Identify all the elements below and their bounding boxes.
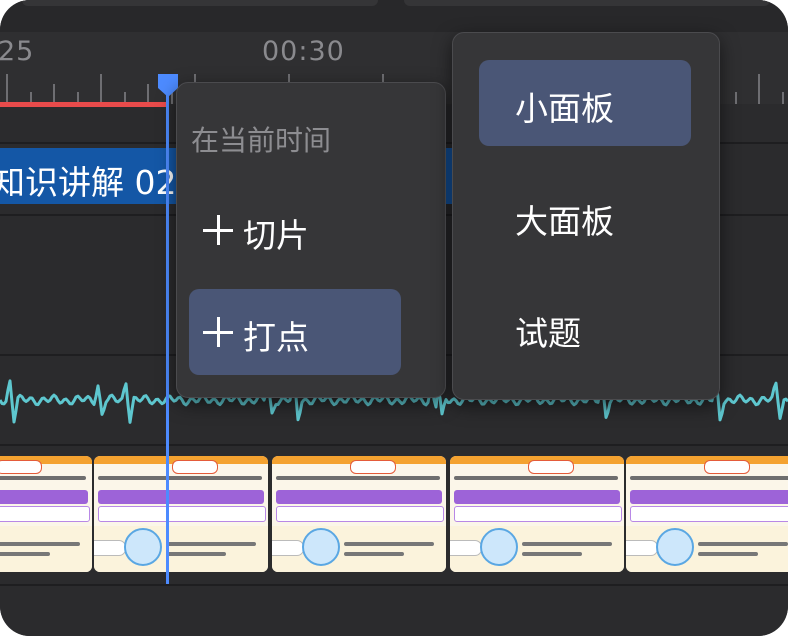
toolbar-segment-right bbox=[404, 0, 770, 6]
played-progress-bar bbox=[0, 102, 168, 107]
track-divider bbox=[0, 444, 788, 446]
add-menu-heading: 在当前时间 bbox=[191, 124, 332, 157]
chapter-clip-label: 知识讲解 02 bbox=[0, 163, 177, 202]
video-thumbnail bbox=[0, 456, 92, 572]
toolbar-segment-left bbox=[22, 0, 378, 6]
add-marker-label: 打点 bbox=[243, 318, 309, 357]
top-toolbar-strip bbox=[0, 0, 788, 32]
add-marker-menu-item[interactable]: 打点 bbox=[189, 289, 401, 375]
ruler-tick bbox=[735, 92, 737, 104]
ruler-tick bbox=[6, 74, 8, 104]
ruler-tick bbox=[53, 84, 55, 104]
playhead-line[interactable] bbox=[166, 86, 169, 584]
add-slice-menu-item[interactable]: 切片 bbox=[189, 189, 401, 273]
video-thumbnail bbox=[450, 456, 624, 572]
video-thumbnail-track[interactable] bbox=[0, 456, 788, 572]
ruler-label-00-30: 00:30 bbox=[262, 36, 345, 67]
plus-icon bbox=[203, 215, 233, 245]
ruler-tick bbox=[147, 84, 149, 104]
panel-type-menu: 小面板 大面板 试题 bbox=[452, 32, 720, 400]
small-panel-menu-item[interactable]: 小面板 bbox=[479, 60, 691, 146]
ruler-tick bbox=[758, 74, 760, 104]
ruler-tick bbox=[100, 74, 102, 104]
ruler-tick bbox=[782, 92, 784, 104]
plus-icon bbox=[203, 317, 233, 347]
video-thumbnail bbox=[272, 456, 446, 572]
bottom-area bbox=[0, 586, 788, 636]
add-at-current-time-menu: 在当前时间 切片 打点 bbox=[176, 82, 446, 398]
large-panel-label: 大面板 bbox=[515, 202, 614, 241]
quiz-label: 试题 bbox=[515, 314, 581, 353]
video-thumbnail bbox=[94, 456, 268, 572]
add-slice-label: 切片 bbox=[243, 216, 309, 255]
timeline-editor: 25 00:30 知识讲解 02 在当前时间 切片 打点 小面板 大面板 试题 bbox=[0, 0, 788, 636]
quiz-menu-item[interactable]: 试题 bbox=[479, 285, 691, 371]
ruler-label-25: 25 bbox=[0, 36, 35, 67]
small-panel-label: 小面板 bbox=[515, 89, 614, 128]
large-panel-menu-item[interactable]: 大面板 bbox=[479, 173, 691, 259]
video-thumbnail bbox=[626, 456, 788, 572]
